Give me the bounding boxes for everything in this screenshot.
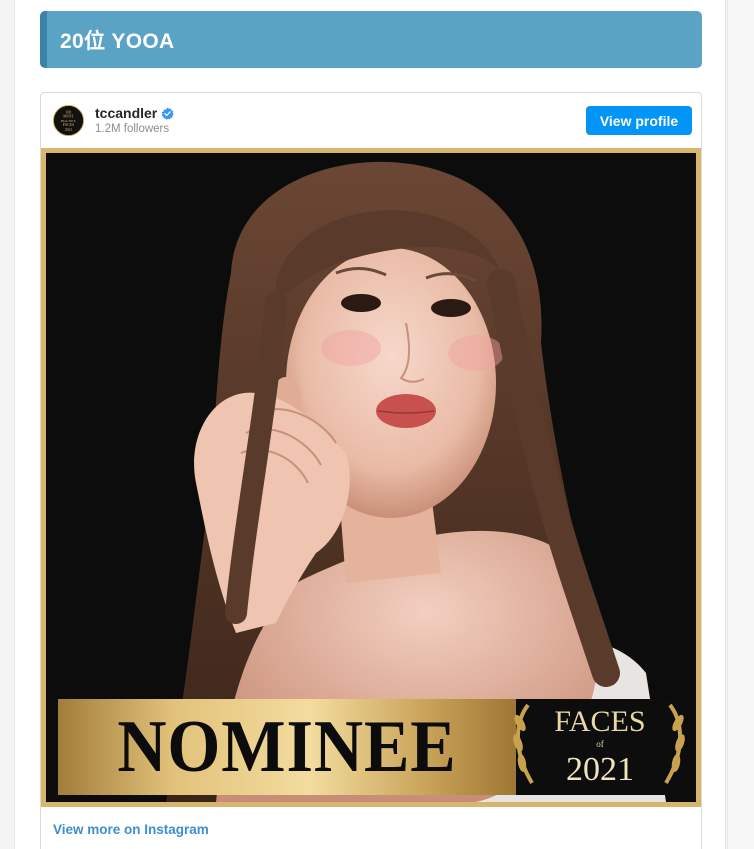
post-photo: NOMINEE FACES of 2021 — [46, 153, 696, 802]
username-link[interactable]: tccandler — [95, 105, 157, 121]
rank-heading: 20位 YOOA — [40, 11, 702, 68]
follower-count: 1.2M followers — [95, 123, 170, 135]
avatar-text-line: FACES — [63, 123, 74, 127]
faces-text: FACES — [554, 705, 646, 738]
username-row: tccandler — [95, 105, 174, 121]
profile-avatar[interactable]: 100 MOST BEAUTIFUL FACES 2021 — [53, 105, 84, 136]
verified-badge-icon — [161, 107, 174, 120]
view-more-on-instagram-link[interactable]: View more on Instagram — [53, 822, 209, 837]
avatar-logo: 100 MOST BEAUTIFUL FACES 2021 — [54, 106, 83, 135]
instagram-embed-card: 100 MOST BEAUTIFUL FACES 2021 tccandler … — [40, 92, 702, 849]
view-profile-button[interactable]: View profile — [586, 106, 692, 135]
of-text: of — [596, 739, 604, 749]
embed-header: 100 MOST BEAUTIFUL FACES 2021 tccandler … — [41, 93, 701, 148]
year-text: 2021 — [566, 751, 634, 788]
page-gutter — [727, 0, 754, 849]
post-image-frame[interactable]: NOMINEE FACES of 2021 — [41, 148, 701, 807]
avatar-text-line: 2021 — [65, 128, 73, 132]
nominee-text: NOMINEE — [117, 705, 457, 788]
avatar-text-line: MOST — [63, 115, 74, 119]
